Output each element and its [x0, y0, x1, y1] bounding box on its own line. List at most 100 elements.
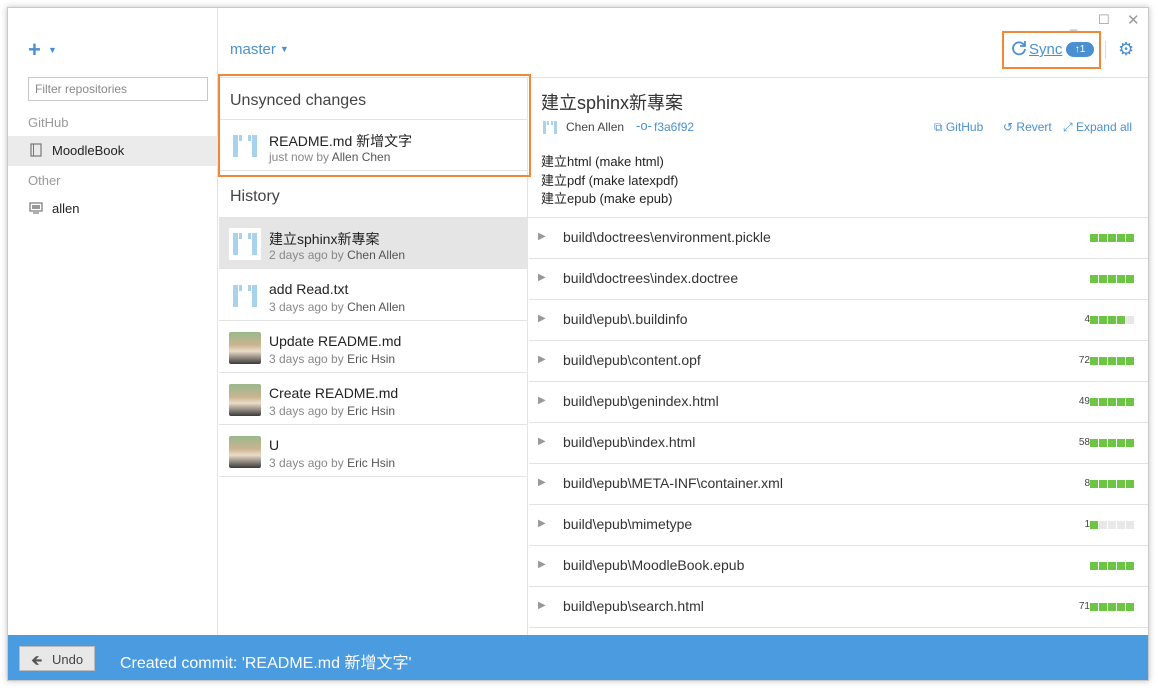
diffstat-block — [1126, 316, 1134, 324]
undo-label: Undo — [52, 652, 84, 667]
chevron-down-icon: ▼ — [279, 44, 289, 54]
expand-triangle-icon[interactable]: ▶ — [538, 395, 546, 406]
diffstat-block — [1099, 480, 1107, 488]
status-message: Created commit: 'README.md 新增文字' — [120, 655, 412, 672]
diffstat-block — [1108, 603, 1116, 611]
maximize-button[interactable]: ☐ — [1098, 12, 1110, 28]
diffstat-block — [1108, 480, 1116, 488]
file-row[interactable]: ▶ build\epub\content.opf 72 — [529, 341, 1148, 382]
sidebar-item-allen[interactable]: allen — [8, 194, 218, 224]
file-row[interactable]: ▶ build\epub\.buildinfo 4 — [529, 300, 1148, 341]
minimize-button[interactable]: _ — [1070, 16, 1077, 31]
diffstat-block — [1090, 439, 1098, 447]
repo-label: allen — [52, 201, 80, 216]
history-commit-item[interactable]: add Read.txt 3 days ago by Chen Allen — [219, 270, 528, 321]
file-path: build\epub\index.html — [563, 434, 696, 450]
undo-icon: ↺ — [1003, 120, 1014, 134]
divider — [1105, 41, 1106, 59]
sidebar-item-moodlebook[interactable]: MoodleBook — [8, 136, 218, 166]
diffstat-block — [1126, 603, 1134, 611]
history-commit-item[interactable]: Update README.md 3 days ago by Eric Hsin — [219, 322, 528, 373]
expand-triangle-icon[interactable]: ▶ — [538, 354, 546, 365]
file-row[interactable]: ▶ build\epub\mimetype 1 — [529, 505, 1148, 546]
commit-meta: 3 days ago by Eric Hsin — [269, 404, 396, 418]
diffstat-bar — [1090, 357, 1134, 365]
diffstat-block — [1090, 521, 1098, 529]
add-repository-button[interactable]: + — [28, 38, 41, 62]
file-row[interactable]: ▶ build\epub\search.html 71 — [529, 587, 1148, 628]
diffstat-block — [1090, 275, 1098, 283]
commit-author: Chen Allen — [566, 120, 625, 134]
file-row[interactable]: ▶ build\doctrees\environment.pickle — [529, 218, 1148, 259]
diffstat-block — [1126, 521, 1134, 529]
diffstat-block — [1117, 398, 1125, 406]
revert-button[interactable]: ↺ Revert — [1003, 120, 1052, 134]
diffstat-bar — [1090, 562, 1134, 570]
section-label-github: GitHub — [28, 115, 69, 130]
file-path: build\epub\MoodleBook.epub — [563, 557, 745, 573]
file-row[interactable]: ▶ build\epub\index.html 58 — [529, 423, 1148, 464]
branch-selector[interactable]: master ▼ — [230, 41, 289, 58]
diffstat-block — [1126, 439, 1134, 447]
filter-repositories-input[interactable] — [28, 77, 208, 101]
gear-icon[interactable]: ⚙ — [1118, 39, 1134, 60]
diffstat-bar — [1090, 275, 1134, 283]
file-row[interactable]: ▶ build\epub\META-INF\container.xml 8 — [529, 464, 1148, 505]
repository-sidebar: + ▼ GitHub MoodleBook Other allen — [8, 8, 218, 638]
history-commit-item[interactable]: 建立sphinx新專案 2 days ago by Chen Allen — [219, 218, 528, 269]
github-link[interactable]: ⧉ GitHub — [934, 120, 983, 135]
close-button[interactable]: ✕ — [1127, 11, 1140, 29]
default-avatar-icon — [229, 280, 261, 312]
file-path: build\doctrees\environment.pickle — [563, 229, 771, 245]
sync-button[interactable]: Sync — [1029, 41, 1062, 58]
back-arrow-icon: 🡸 — [31, 652, 43, 668]
diffstat-block — [1108, 562, 1116, 570]
history-commit-item[interactable]: U 3 days ago by Eric Hsin — [219, 426, 528, 477]
commit-detail-title: 建立sphinx新專案 — [541, 93, 684, 113]
commit-title: Create README.md — [269, 385, 399, 401]
expand-triangle-icon[interactable]: ▶ — [538, 477, 546, 488]
file-row[interactable]: ▶ build\epub\MoodleBook.epub — [529, 546, 1148, 587]
user-avatar — [229, 384, 261, 416]
commit-meta: 3 days ago by Chen Allen — [269, 300, 406, 314]
expand-triangle-icon[interactable]: ▶ — [538, 559, 546, 570]
diffstat-block — [1117, 357, 1125, 365]
file-path: build\epub\content.opf — [563, 352, 701, 368]
expand-all-button[interactable]: ⤢ Expand all — [1063, 120, 1132, 135]
change-count: 72 — [1078, 355, 1090, 366]
sync-icon[interactable] — [1011, 40, 1027, 56]
file-row[interactable]: ▶ build\doctrees\index.doctree — [529, 259, 1148, 300]
commit-sha-link[interactable]: f3a6f92 — [654, 120, 694, 134]
diffstat-bar — [1090, 439, 1134, 447]
diffstat-block — [1126, 562, 1134, 570]
expand-triangle-icon[interactable]: ▶ — [538, 600, 546, 611]
commit-icon: -o- — [636, 118, 652, 133]
diffstat-block — [1126, 275, 1134, 283]
expand-triangle-icon[interactable]: ▶ — [538, 518, 546, 529]
file-path: build\epub\search.html — [563, 598, 704, 614]
diffstat-bar — [1090, 480, 1134, 488]
expand-triangle-icon[interactable]: ▶ — [538, 272, 546, 283]
expand-triangle-icon[interactable]: ▶ — [538, 313, 546, 324]
diffstat-block — [1126, 398, 1134, 406]
file-path: build\epub\META-INF\container.xml — [563, 475, 783, 491]
diffstat-block — [1099, 439, 1107, 447]
diffstat-block — [1090, 234, 1098, 242]
undo-button[interactable]: 🡸 Undo — [19, 646, 95, 671]
diffstat-bar — [1090, 316, 1134, 324]
diffstat-block — [1099, 275, 1107, 283]
status-bar: 🡸 Undo Created commit: 'README.md 新增文字' — [8, 635, 1148, 680]
diffstat-block — [1108, 275, 1116, 283]
commit-title: add Read.txt — [269, 281, 349, 297]
diffstat-block — [1117, 275, 1125, 283]
file-path: build\epub\mimetype — [563, 516, 693, 532]
history-commit-item[interactable]: Create README.md 3 days ago by Eric Hsin — [219, 374, 528, 425]
chevron-down-icon[interactable]: ▼ — [48, 45, 57, 55]
expand-triangle-icon[interactable]: ▶ — [538, 231, 546, 242]
user-avatar — [229, 332, 261, 364]
file-row[interactable]: ▶ build\epub\genindex.html 49 — [529, 382, 1148, 423]
expand-triangle-icon[interactable]: ▶ — [538, 436, 546, 447]
commit-message-line: 建立html (make html) — [541, 154, 664, 169]
history-heading: History — [230, 188, 280, 205]
diffstat-block — [1090, 603, 1098, 611]
